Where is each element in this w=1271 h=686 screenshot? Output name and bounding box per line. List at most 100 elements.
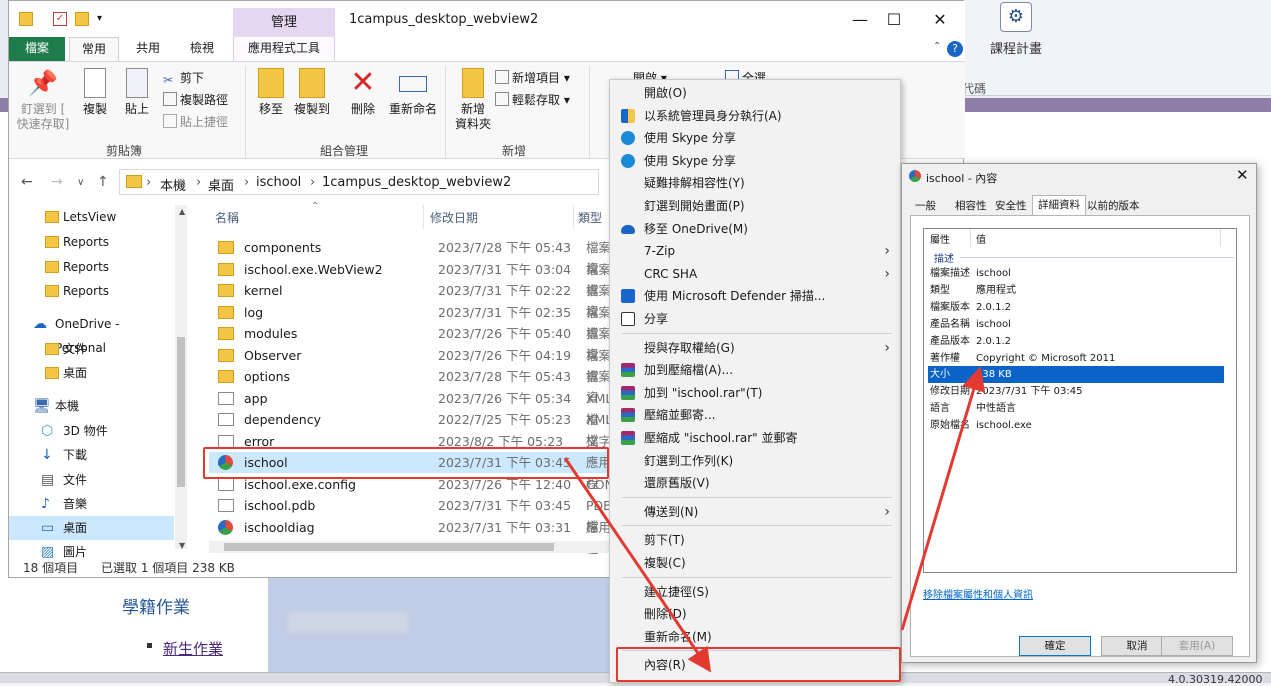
rename-button[interactable]: 重新命名 xyxy=(385,68,441,117)
nav-item[interactable]: Reports xyxy=(9,279,174,303)
menu-item[interactable]: 剪下(T) xyxy=(610,529,900,551)
copy-button[interactable]: 複製 xyxy=(71,68,119,117)
menu-item[interactable]: CRC SHA › xyxy=(610,263,900,285)
paste-button[interactable]: 貼上 xyxy=(113,68,161,117)
file-row[interactable]: kernel 2023/7/31 下午 02:22 檔案資 xyxy=(209,280,613,319)
menu-item[interactable]: 開啟(O) xyxy=(610,82,900,104)
details-row[interactable]: 檔案版本 2.0.1.2 xyxy=(928,299,1224,316)
column-separator[interactable] xyxy=(573,205,574,229)
menu-item[interactable]: 使用 Skype 分享 xyxy=(610,150,900,172)
address-box[interactable]: › 本機 › 桌面 › ischool › 1campus_desktop_we… xyxy=(119,169,599,195)
forward-arrow-icon[interactable]: → xyxy=(51,174,63,190)
crumb-ischool[interactable]: ischool xyxy=(256,175,301,190)
paste-shortcut-button[interactable]: 貼上捷徑 xyxy=(163,112,228,132)
tab-previous-versions[interactable]: 以前的版本 xyxy=(1082,197,1145,215)
apply-button[interactable]: 套用(A) xyxy=(1161,636,1233,656)
menu-item[interactable]: 7-Zip › xyxy=(610,240,900,262)
tab-compatibility[interactable]: 相容性 xyxy=(950,197,992,215)
menu-item[interactable]: 分享 xyxy=(610,308,900,330)
list-header-separator[interactable] xyxy=(970,229,971,247)
details-row[interactable]: 產品名稱 ischool xyxy=(928,316,1224,333)
column-separator[interactable] xyxy=(423,205,424,229)
menu-item[interactable]: 授與存取權給(G) › xyxy=(610,337,900,359)
file-row[interactable]: options 2023/7/28 下午 05:43 檔案資 xyxy=(209,366,613,405)
nav-item[interactable]: ☁ OneDrive - Personal xyxy=(9,312,174,355)
nav-item[interactable]: Reports xyxy=(9,255,174,279)
maximize-button[interactable]: ☐ xyxy=(879,9,909,31)
list-header-property[interactable]: 屬性 xyxy=(930,231,950,246)
menu-item[interactable]: 移至 OneDrive(M) xyxy=(610,218,900,240)
nav-item[interactable]: ▭ 桌面 xyxy=(9,516,174,540)
crumb-desktop[interactable]: 桌面 xyxy=(208,175,234,194)
menu-item[interactable]: 使用 Skype 分享 xyxy=(610,127,900,149)
crumb-current-folder[interactable]: 1campus_desktop_webview2 xyxy=(322,175,511,190)
crumb-this-pc[interactable]: 本機 xyxy=(160,175,186,194)
tab-app-tools[interactable]: 應用程式工具 xyxy=(233,37,335,61)
help-icon[interactable]: ? xyxy=(947,41,963,57)
new-folder-button[interactable]: 新增 資料夾 xyxy=(449,68,497,132)
column-type[interactable]: 類型 xyxy=(578,209,602,226)
details-row[interactable]: 語言 中性語言 xyxy=(928,400,1224,417)
list-header-value[interactable]: 值 xyxy=(976,231,986,246)
file-row[interactable]: ischool.pdb 2023/7/31 下午 03:45 PDB 檔 xyxy=(209,495,613,534)
list-header-separator[interactable] xyxy=(1220,229,1221,247)
back-arrow-icon[interactable]: ← xyxy=(21,174,33,190)
up-arrow-icon[interactable]: ↑ xyxy=(97,174,109,190)
file-row[interactable]: components 2023/7/28 下午 05:43 檔案資 xyxy=(209,237,613,276)
manage-tab-label[interactable]: 管理 xyxy=(233,8,335,37)
file-row[interactable]: Observer 2023/7/26 下午 04:19 檔案資 xyxy=(209,345,613,384)
nav-item[interactable]: ▤ 文件 xyxy=(9,468,174,492)
delete-button[interactable]: ✕ 刪除 xyxy=(339,68,387,117)
details-row[interactable]: 類型 應用程式 xyxy=(928,282,1224,299)
tab-share[interactable]: 共用 xyxy=(125,37,171,61)
nav-item[interactable]: 文件 xyxy=(9,337,174,361)
easy-access-button[interactable]: 輕鬆存取 ▾ xyxy=(495,90,570,110)
pin-quick-access-button[interactable]: 📌 釘選到 [ 快速存取] xyxy=(15,68,71,132)
cut-button[interactable]: ✂ 剪下 xyxy=(163,68,204,88)
file-row[interactable]: ischool.exe.WebView2 2023/7/31 下午 03:04 檔案… xyxy=(209,259,613,298)
file-row[interactable]: dependency 2022/7/25 下午 05:23 XML 檔 xyxy=(209,409,613,448)
title-bar[interactable]: ✓ ▾ 管理 1campus_desktop_webview2 — ☐ ✕ xyxy=(9,1,965,37)
scroll-down-icon[interactable]: ▼ xyxy=(179,541,185,550)
menu-item[interactable]: 壓縮並郵寄... xyxy=(610,404,900,426)
tab-view[interactable]: 檢視 xyxy=(179,37,225,61)
collapse-ribbon-icon[interactable]: ⌃ xyxy=(933,41,941,52)
tab-file[interactable]: 檔案 xyxy=(9,37,65,61)
column-name[interactable]: 名稱 xyxy=(215,209,239,226)
menu-item[interactable]: 重新命名(M) xyxy=(610,626,900,648)
new-item-button[interactable]: 新增項目 ▾ xyxy=(495,68,570,88)
details-row[interactable]: 產品版本 2.0.1.2 xyxy=(928,333,1224,350)
menu-item[interactable]: 使用 Microsoft Defender 掃描... xyxy=(610,285,900,307)
nav-item[interactable]: 🖥 本機 xyxy=(9,394,174,418)
menu-item[interactable]: 還原舊版(V) xyxy=(610,472,900,494)
new-folder-icon[interactable] xyxy=(75,12,89,26)
minimize-button[interactable]: — xyxy=(845,9,875,31)
nav-item[interactable]: Reports xyxy=(9,230,174,254)
file-row[interactable]: log 2023/7/31 下午 02:35 檔案資 xyxy=(209,302,613,341)
file-row[interactable]: ischooldiag2023/7/31 下午 03:31應用程 xyxy=(209,517,613,556)
ok-button[interactable]: 確定 xyxy=(1019,636,1091,656)
close-button[interactable]: ✕ xyxy=(925,9,955,31)
recent-dropdown-icon[interactable]: ∨ xyxy=(77,177,84,188)
nav-scrollbar-thumb[interactable] xyxy=(177,337,185,487)
details-row[interactable]: 檔案描述 ischool xyxy=(928,265,1224,282)
tab-general[interactable]: 一般 xyxy=(910,197,941,215)
menu-item[interactable]: 複製(C) xyxy=(610,552,900,574)
menu-item[interactable]: 釘選到工作列(K) xyxy=(610,450,900,472)
menu-item[interactable]: 以系統管理員身分執行(A) xyxy=(610,105,900,127)
new-student-link[interactable]: 新生作業 xyxy=(163,638,223,659)
horizontal-scrollbar-thumb[interactable] xyxy=(224,543,554,551)
nav-item[interactable]: 桌面 xyxy=(9,361,174,385)
menu-item[interactable]: 壓縮成 "ischool.rar" 並郵寄 xyxy=(610,427,900,449)
column-date[interactable]: 修改日期 xyxy=(430,209,478,226)
details-row[interactable]: 修改日期 2023/7/31 下午 03:45 xyxy=(928,383,1224,400)
file-row[interactable]: app 2023/7/26 下午 05:34 XML 檔 xyxy=(209,388,613,427)
menu-item[interactable]: 疑難排解相容性(Y) xyxy=(610,172,900,194)
tab-home[interactable]: 常用 xyxy=(69,37,119,61)
scroll-up-icon[interactable]: ▲ xyxy=(179,207,185,216)
details-row[interactable]: 大小 238 KB xyxy=(928,366,1224,384)
copy-to-button[interactable]: 複製到 xyxy=(287,68,337,117)
menu-item[interactable]: 傳送到(N) › xyxy=(610,501,900,523)
menu-item[interactable]: 建立捷徑(S) xyxy=(610,581,900,603)
nav-item[interactable]: ↓ 下載 xyxy=(9,443,174,467)
